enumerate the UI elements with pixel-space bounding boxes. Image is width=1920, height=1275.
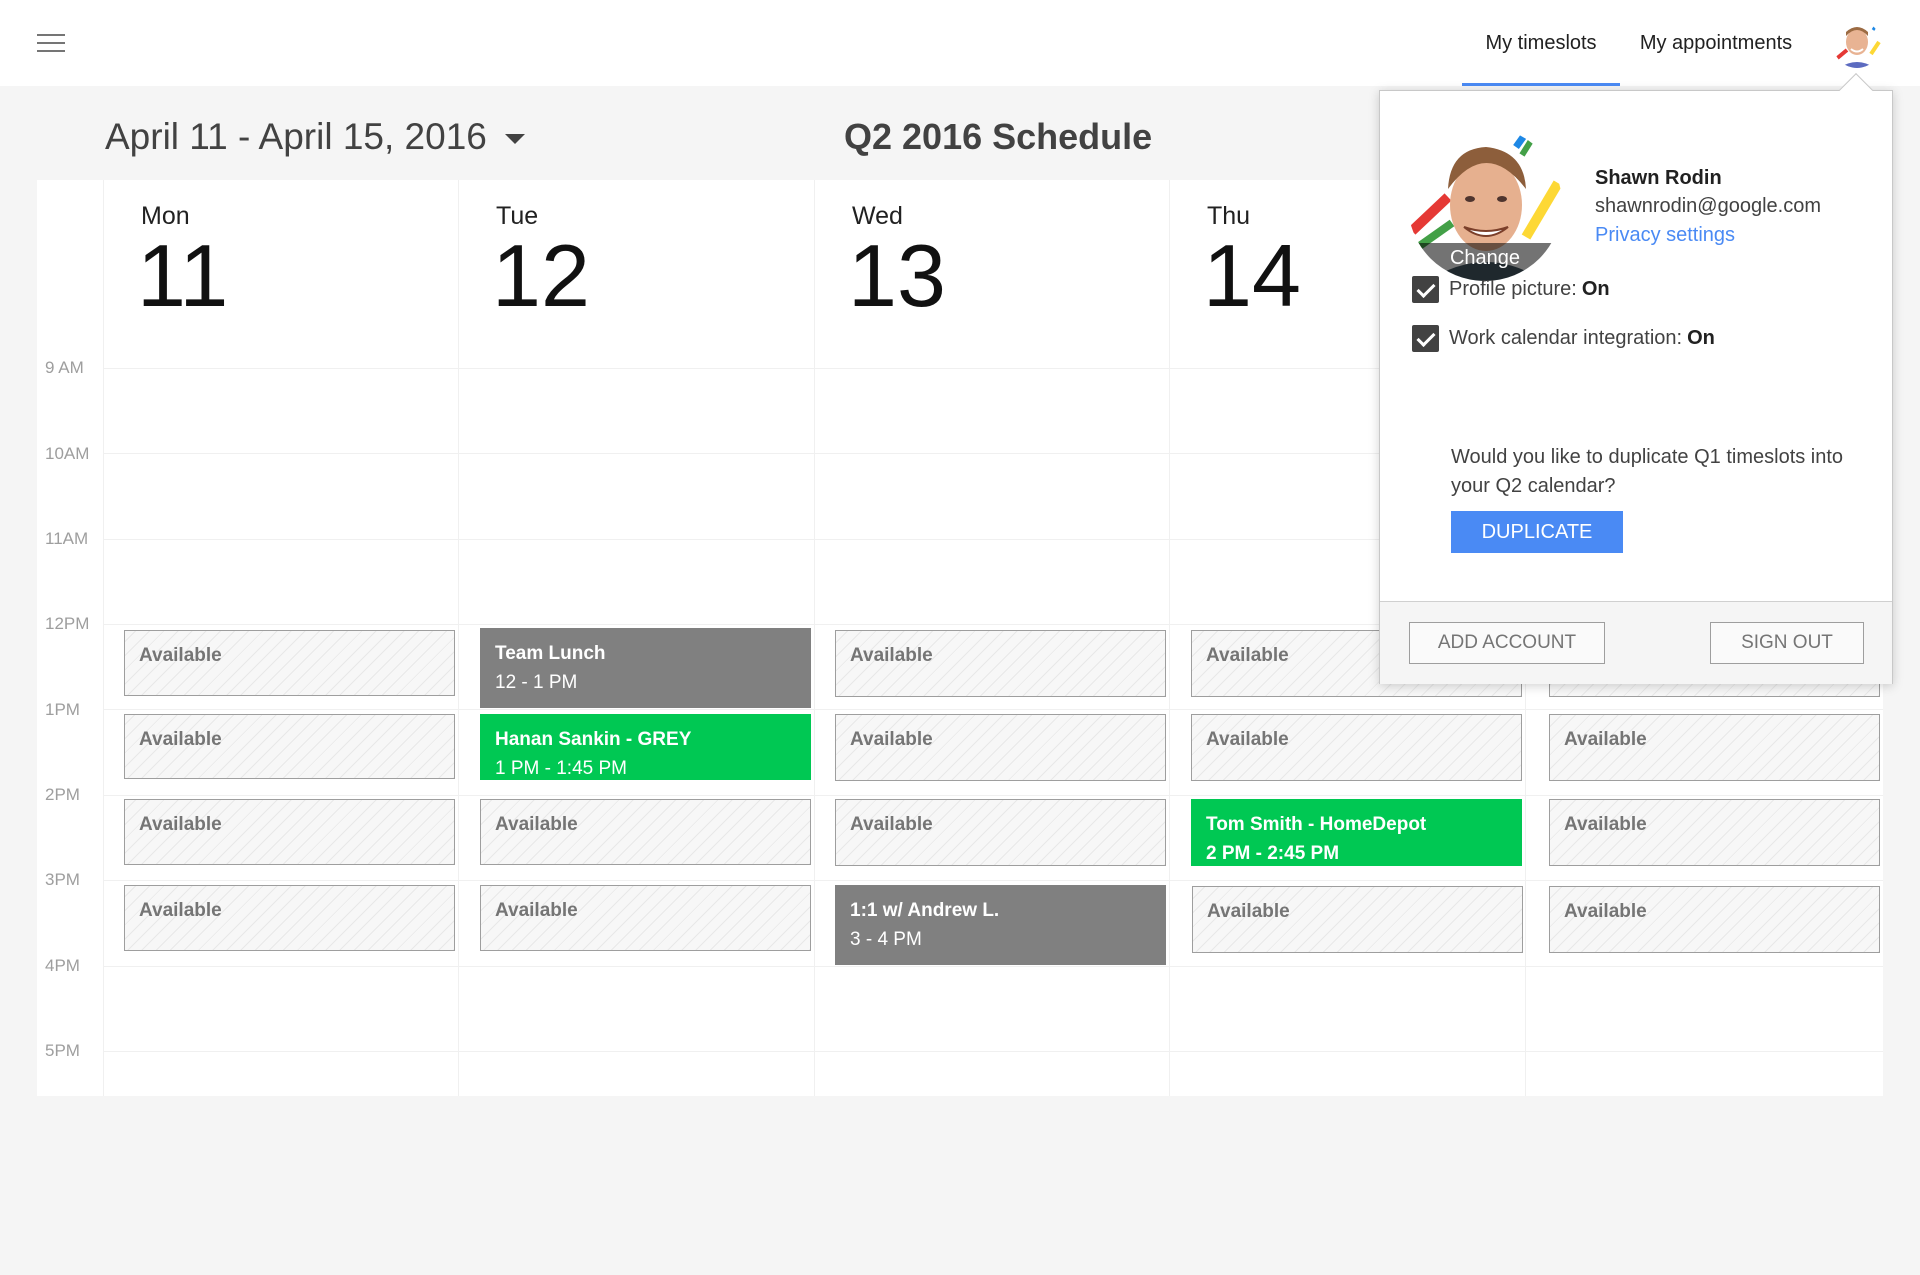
available-slot[interactable]: Available <box>124 885 455 951</box>
day-number: 12 <box>492 226 590 325</box>
account-email: shawnrodin@google.com <box>1595 195 1821 217</box>
hour-line <box>103 795 1883 796</box>
day-number: 13 <box>848 226 946 325</box>
slot-label: Available <box>850 729 933 750</box>
work-calendar-row: Work calendar integration: On <box>1412 324 1715 352</box>
event-title: Team Lunch <box>495 643 606 664</box>
day-header-wed: Wed 13 <box>848 202 946 320</box>
available-slot[interactable]: Available <box>1549 886 1880 953</box>
hour-line <box>103 880 1883 881</box>
hour-line <box>103 709 1883 710</box>
slot-label: Available <box>1206 729 1289 750</box>
event-time: 3 - 4 PM <box>850 929 922 950</box>
hamburger-menu-icon[interactable] <box>37 34 65 54</box>
event-time: 12 - 1 PM <box>495 672 578 693</box>
slot-label: Available <box>850 645 933 666</box>
dropdown-caret-icon <box>504 134 525 144</box>
available-slot[interactable]: Available <box>1191 714 1522 781</box>
time-label: 11AM <box>45 529 89 548</box>
day-header-tue: Tue 12 <box>492 202 590 320</box>
time-label: 1PM <box>45 700 80 719</box>
event-time: 1 PM - 1:45 PM <box>495 758 627 779</box>
available-slot[interactable]: Available <box>835 714 1166 781</box>
slot-label: Available <box>139 645 222 666</box>
date-range-selector[interactable]: April 11 - April 15, 2016 <box>105 112 525 162</box>
popup-footer: ADD ACCOUNT SIGN OUT <box>1380 601 1892 684</box>
hour-line <box>103 966 1883 967</box>
column-divider <box>814 180 815 1096</box>
slot-label: Available <box>1564 729 1647 750</box>
available-slot[interactable]: Available <box>124 714 455 779</box>
profile-picture-label: Profile picture: <box>1449 277 1577 300</box>
available-slot[interactable]: Available <box>1549 714 1880 781</box>
profile-picture-value: On <box>1581 277 1610 300</box>
privacy-settings-link[interactable]: Privacy settings <box>1595 224 1735 247</box>
slot-label: Available <box>1564 901 1647 922</box>
profile-photo[interactable]: Change <box>1408 127 1562 281</box>
column-divider <box>1169 180 1170 1096</box>
slot-label: Available <box>139 814 222 835</box>
day-number: 14 <box>1203 226 1301 325</box>
avatar-image-icon <box>1833 20 1881 68</box>
available-slot[interactable]: Available <box>480 885 811 951</box>
time-label: 9 AM <box>45 358 84 377</box>
slot-label: Available <box>850 814 933 835</box>
top-bar: My timeslots My appointments <box>0 0 1920 86</box>
event-hanan-sankin[interactable]: Hanan Sankin - GREY 1 PM - 1:45 PM <box>480 714 811 780</box>
hour-line <box>103 1051 1883 1052</box>
event-title: Tom Smith - HomeDepot <box>1206 814 1427 835</box>
slot-label: Available <box>139 729 222 750</box>
available-slot[interactable]: Available <box>124 630 455 696</box>
day-header-mon: Mon 11 <box>137 202 228 320</box>
event-title: 1:1 w/ Andrew L. <box>850 900 1000 921</box>
add-account-button[interactable]: ADD ACCOUNT <box>1409 622 1605 664</box>
event-title: Hanan Sankin - GREY <box>495 729 692 750</box>
slot-label: Available <box>495 900 578 921</box>
available-slot[interactable]: Available <box>835 799 1166 866</box>
available-slot[interactable]: Available <box>1192 886 1523 953</box>
slot-label: Available <box>1206 645 1289 666</box>
profile-picture-row: Profile picture: On <box>1412 275 1610 303</box>
work-calendar-value: On <box>1687 326 1715 349</box>
available-slot[interactable]: Available <box>124 799 455 865</box>
sign-out-button[interactable]: SIGN OUT <box>1710 622 1864 664</box>
column-divider <box>103 180 104 1096</box>
account-name: Shawn Rodin <box>1595 167 1722 189</box>
event-team-lunch[interactable]: Team Lunch 12 - 1 PM <box>480 628 811 708</box>
time-label: 5PM <box>45 1041 80 1060</box>
available-slot[interactable]: Available <box>1549 799 1880 866</box>
work-calendar-checkbox[interactable] <box>1412 324 1439 352</box>
event-andrew-one-on-one[interactable]: 1:1 w/ Andrew L. 3 - 4 PM <box>835 885 1166 965</box>
day-header-thu: Thu 14 <box>1203 202 1301 320</box>
work-calendar-label: Work calendar integration: <box>1449 326 1683 349</box>
day-number: 11 <box>137 226 229 325</box>
date-range-label: April 11 - April 15, 2016 <box>105 116 487 157</box>
tab-my-appointments[interactable]: My appointments <box>1627 0 1805 86</box>
column-divider <box>458 180 459 1096</box>
slot-label: Available <box>1564 814 1647 835</box>
tab-my-timeslots[interactable]: My timeslots <box>1462 0 1620 86</box>
available-slot[interactable]: Available <box>835 630 1166 697</box>
time-label: 3PM <box>45 870 80 889</box>
time-label: 2PM <box>45 785 80 804</box>
duplicate-button[interactable]: DUPLICATE <box>1451 511 1623 553</box>
event-time: 2 PM - 2:45 PM <box>1206 843 1340 864</box>
schedule-title: Q2 2016 Schedule <box>844 116 1153 157</box>
time-label: 4PM <box>45 956 80 975</box>
duplicate-question: Would you like to duplicate Q1 timeslots… <box>1451 446 1844 497</box>
profile-picture-checkbox[interactable] <box>1412 275 1439 303</box>
slot-label: Available <box>139 900 222 921</box>
available-slot[interactable]: Available <box>480 799 811 865</box>
time-label: 12PM <box>45 614 90 633</box>
account-popup: Change Shawn Rodin shawnrodin@google.com… <box>1379 90 1893 684</box>
account-avatar[interactable] <box>1833 20 1881 68</box>
time-label: 10AM <box>45 444 90 463</box>
slot-label: Available <box>495 814 578 835</box>
event-tom-smith[interactable]: Tom Smith - HomeDepot 2 PM - 2:45 PM <box>1191 799 1522 866</box>
slot-label: Available <box>1207 901 1290 922</box>
